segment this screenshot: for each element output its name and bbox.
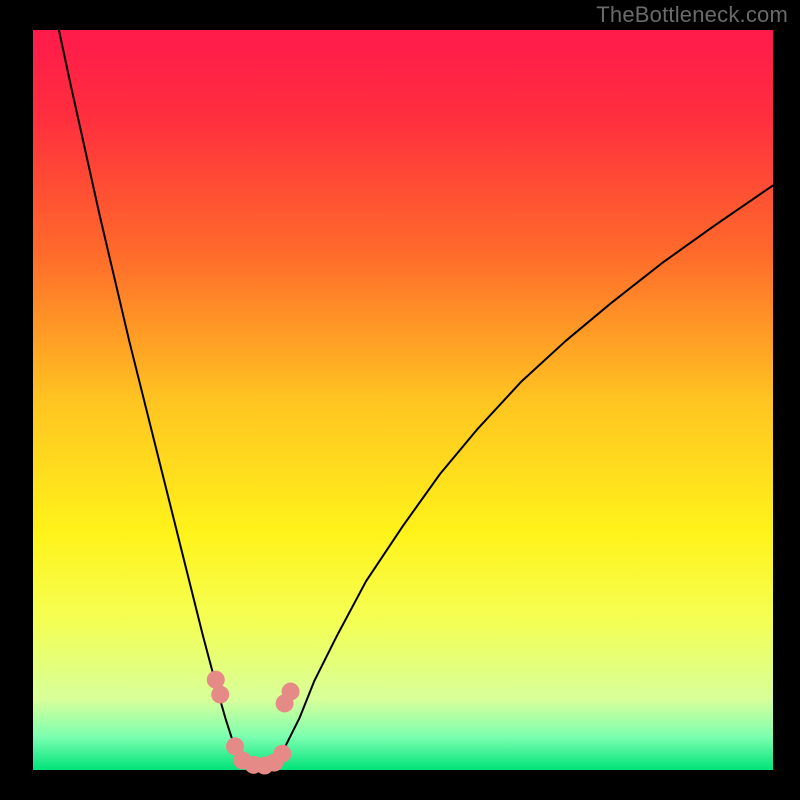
chart-frame: TheBottleneck.com [0, 0, 800, 800]
marker-dot [273, 745, 291, 763]
watermark-text: TheBottleneck.com [596, 2, 788, 28]
marker-dot [282, 683, 300, 701]
bottleneck-chart [0, 0, 800, 800]
marker-dot [211, 686, 229, 704]
